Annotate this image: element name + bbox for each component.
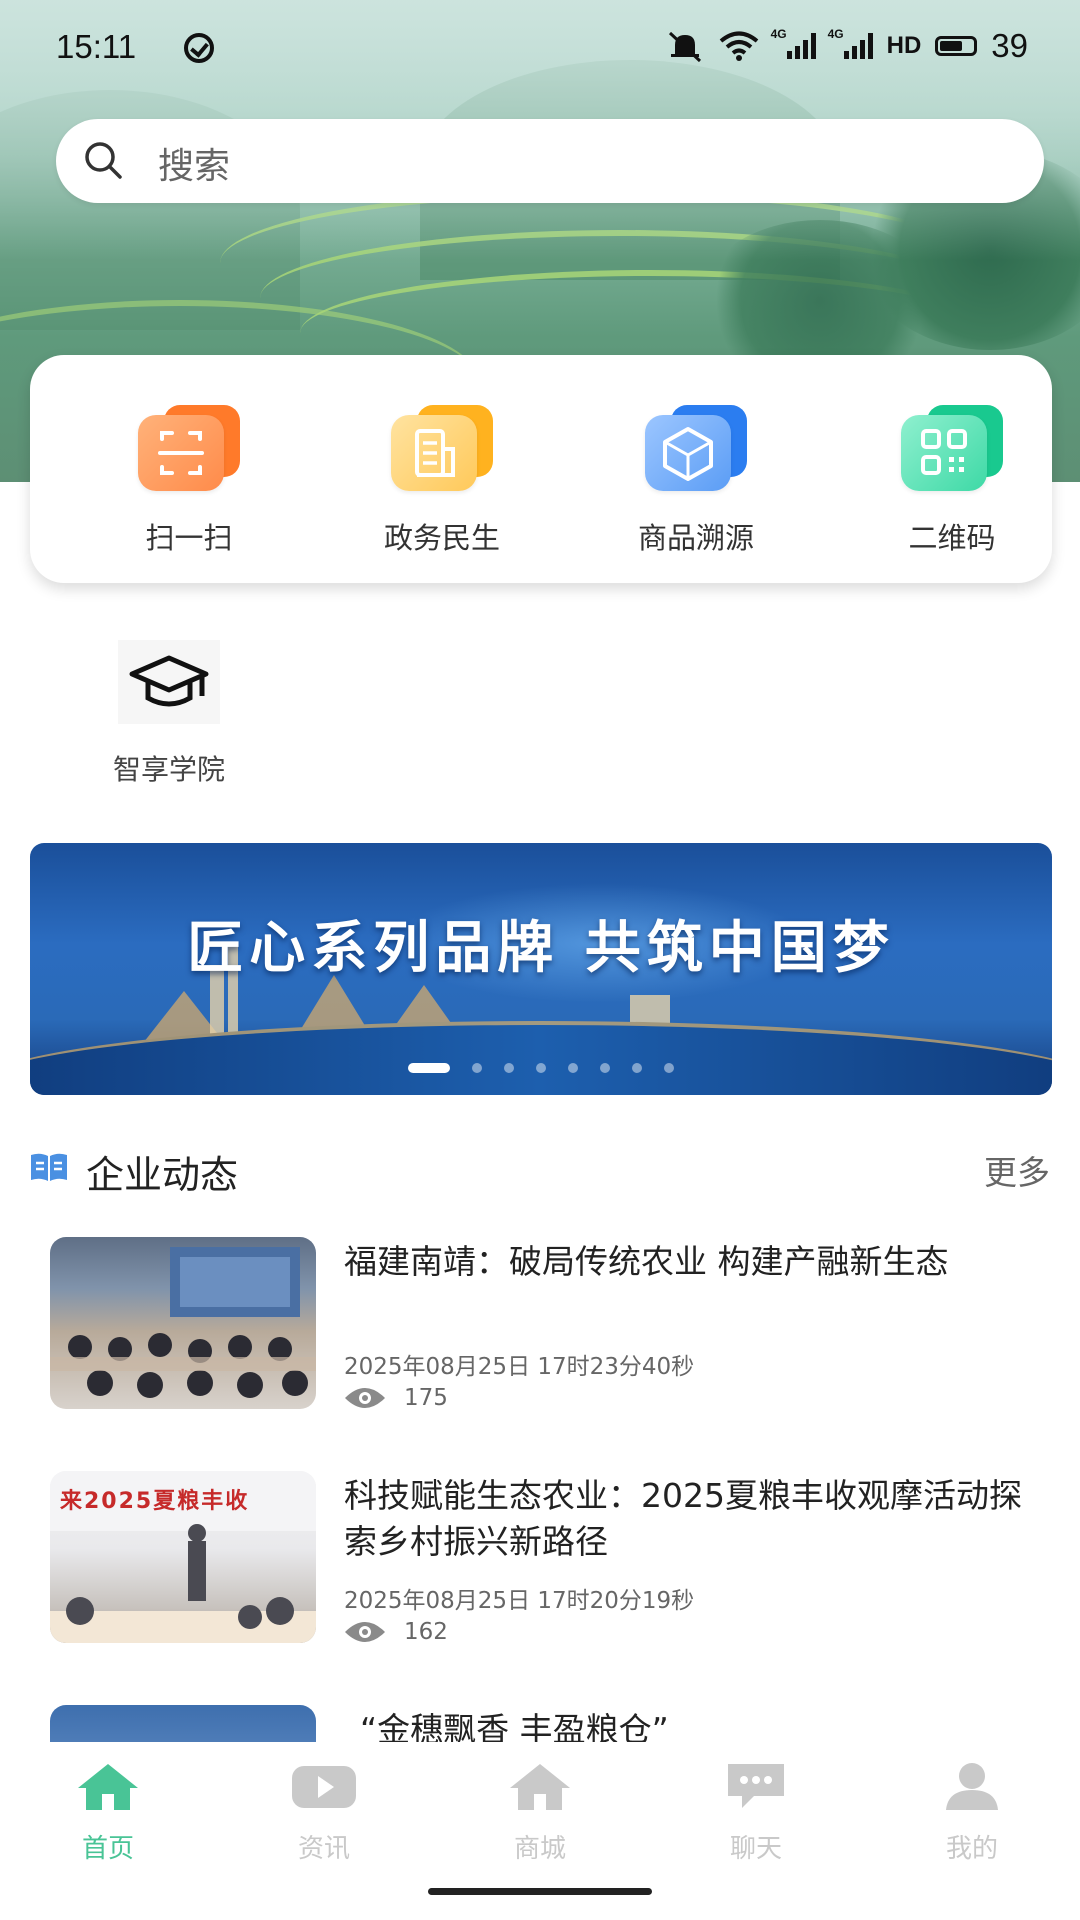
news-item[interactable]: 来2025夏粮丰收 科技赋能生态农业：2025夏粮丰收观摩活动探索乡村振兴新路径…: [50, 1471, 1050, 1646]
view-count: 175: [404, 1385, 448, 1411]
hd-label: HD: [886, 32, 922, 59]
chat-bubble-icon: [728, 1764, 784, 1808]
user-icon: [946, 1763, 998, 1810]
carousel-dot[interactable]: [536, 1063, 546, 1073]
eye-icon: [345, 1388, 385, 1408]
tab-label: 资讯: [297, 1834, 350, 1864]
news-views: 162: [344, 1617, 448, 1647]
signal-icon-2: 4G: [828, 27, 873, 59]
carousel-dot[interactable]: [632, 1063, 642, 1073]
cube-icon: [645, 405, 747, 491]
news-thumbnail: [50, 1705, 316, 1745]
document-icon: [391, 405, 493, 491]
carousel-dot[interactable]: [664, 1063, 674, 1073]
carousel-dot[interactable]: [408, 1063, 450, 1073]
news-date: 2025年08月25日 17时23分40秒: [344, 1354, 695, 1380]
academy-shortcut[interactable]: 智享学院: [94, 640, 244, 788]
scan-icon: [138, 405, 240, 491]
quick-action-product-trace[interactable]: 商品溯源: [596, 405, 796, 557]
eye-icon: [345, 1622, 385, 1642]
tab-chat[interactable]: 聊天: [696, 1760, 816, 1865]
academy-label: 智享学院: [112, 753, 225, 786]
carousel-dot[interactable]: [472, 1063, 482, 1073]
section-title: 企业动态: [86, 1153, 239, 1197]
status-bar: 15:11 4G 4G HD 39: [0, 0, 1080, 100]
home-indicator: [428, 1888, 652, 1895]
carousel-dot[interactable]: [568, 1063, 578, 1073]
network-label: 4G: [770, 27, 787, 41]
search-bar[interactable]: 搜索: [56, 119, 1044, 203]
qrcode-icon: [901, 405, 1003, 491]
more-link[interactable]: 更多: [984, 1146, 1050, 1194]
network-label-2: 4G: [827, 27, 844, 41]
quick-actions-card: 扫一扫 政务民生 商品溯源 二维码: [30, 355, 1052, 583]
promo-banner[interactable]: 匠心系列品牌 共筑中国梦: [30, 843, 1052, 1095]
tab-profile[interactable]: 我的: [912, 1760, 1032, 1865]
search-placeholder: 搜索: [158, 146, 231, 187]
tab-label: 首页: [81, 1834, 134, 1864]
news-title: 福建南靖：破局传统农业 构建产融新生态: [344, 1242, 949, 1281]
tab-home[interactable]: 首页: [48, 1760, 168, 1865]
tab-label: 聊天: [729, 1834, 782, 1864]
tab-news[interactable]: 资讯: [264, 1760, 384, 1865]
search-icon: [85, 142, 122, 179]
view-count: 162: [404, 1619, 448, 1645]
battery-icon: [935, 36, 978, 56]
store-icon: [510, 1764, 570, 1810]
news-title: “金穗飘香 丰盈粮仓”: [360, 1710, 669, 1745]
quick-action-label: 商品溯源: [637, 521, 754, 555]
banner-title: 匠心系列品牌 共筑中国梦: [187, 915, 895, 981]
book-icon: [31, 1153, 67, 1181]
news-views: 175: [344, 1383, 448, 1413]
carousel-dot[interactable]: [504, 1063, 514, 1073]
mute-bell-icon: [668, 31, 701, 63]
section-header: 企业动态 更多: [30, 1140, 1050, 1197]
tab-label: 我的: [945, 1834, 998, 1864]
quick-action-label: 政务民生: [383, 521, 500, 555]
news-item[interactable]: 福建南靖：破局传统农业 构建产融新生态 2025年08月25日 17时23分40…: [50, 1237, 1050, 1412]
wifi-icon: [719, 31, 758, 61]
quick-action-label: 扫一扫: [145, 521, 233, 555]
home-icon: [78, 1764, 138, 1810]
news-title: 科技赋能生态农业：2025夏粮丰收观摩活动探索乡村振兴新路径: [344, 1476, 1022, 1561]
thumbnail-caption: 来2025夏粮丰收: [60, 1489, 250, 1514]
news-thumbnail: 来2025夏粮丰收: [50, 1471, 316, 1643]
quick-action-government[interactable]: 政务民生: [342, 405, 542, 557]
quick-action-scan[interactable]: 扫一扫: [89, 405, 289, 557]
carousel-indicator[interactable]: [30, 1063, 1052, 1073]
quick-action-label: 二维码: [908, 521, 996, 555]
video-play-icon: [292, 1766, 356, 1808]
battery-level: 39: [991, 27, 1028, 64]
carousel-dot[interactable]: [600, 1063, 610, 1073]
tab-store[interactable]: 商城: [480, 1760, 600, 1865]
status-time: 15:11: [56, 28, 137, 65]
news-item[interactable]: “金穗飘香 丰盈粮仓”: [50, 1705, 1050, 1745]
signal-icon: 4G: [771, 27, 816, 59]
news-date: 2025年08月25日 17时20分19秒: [344, 1588, 695, 1614]
news-thumbnail: [50, 1237, 316, 1409]
tab-label: 商城: [513, 1834, 566, 1864]
quick-action-qrcode[interactable]: 二维码: [852, 405, 1052, 557]
check-circle-icon: [184, 33, 214, 63]
graduation-cap-icon: [118, 640, 220, 724]
